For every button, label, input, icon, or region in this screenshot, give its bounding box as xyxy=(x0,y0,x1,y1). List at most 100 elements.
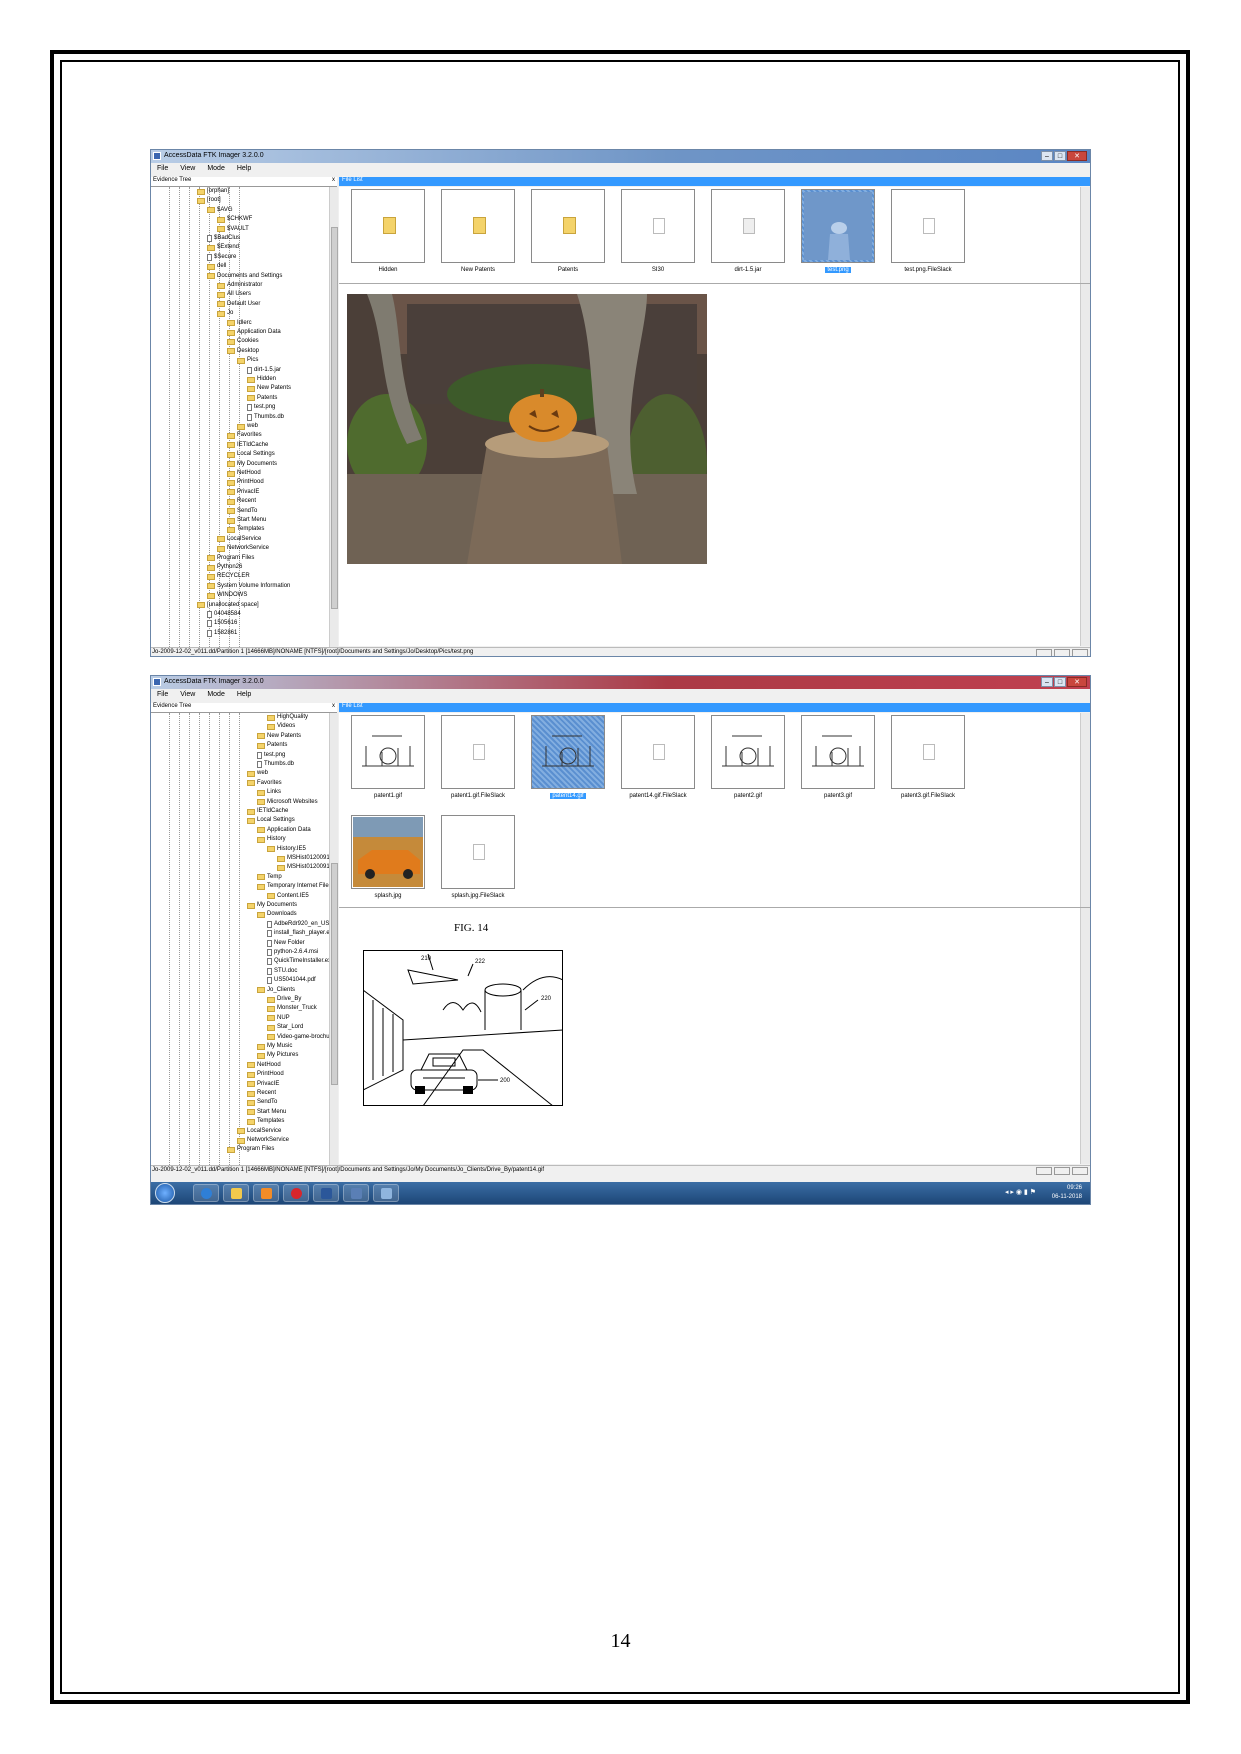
evidence-tree-close-icon[interactable]: x xyxy=(332,703,335,709)
menu-view[interactable]: View xyxy=(180,163,195,175)
system-tray[interactable]: ◂ ▸ ◉ ▮ ⚑ xyxy=(1005,1188,1036,1196)
tree-item[interactable]: QuickTimeInstaller.exe xyxy=(267,957,329,966)
tree-item[interactable]: [unallocated space] xyxy=(197,601,259,610)
tree-item[interactable]: Start Menu xyxy=(247,1108,286,1117)
menu-help[interactable]: Help xyxy=(237,689,251,701)
tree-item[interactable]: Administrator xyxy=(217,281,262,290)
tree-item[interactable]: Pics xyxy=(237,356,258,365)
tree-item[interactable]: Hidden xyxy=(247,375,276,384)
ftk-icon[interactable] xyxy=(343,1184,369,1202)
clock[interactable]: 09:26 06-11-2018 xyxy=(1052,1184,1082,1202)
tree-item[interactable]: Monster_Truck xyxy=(267,1004,317,1013)
evidence-tree-close-icon[interactable]: x xyxy=(332,177,335,183)
tree-item[interactable]: Local Settings xyxy=(247,816,295,825)
tree-item[interactable]: Patents xyxy=(247,394,277,403)
menu-mode[interactable]: Mode xyxy=(207,163,225,175)
evidence-tree[interactable]: HighQuality Videos New Patents Patents test.… xyxy=(151,713,329,1165)
tree-item[interactable]: Program Files xyxy=(227,1145,274,1154)
tree-item[interactable]: PrivacIE xyxy=(227,488,259,497)
menu-file[interactable]: File xyxy=(157,689,168,701)
tree-item[interactable]: NetworkService xyxy=(237,1136,289,1145)
tree-item[interactable]: Jo xyxy=(217,309,233,318)
menu-mode[interactable]: Mode xyxy=(207,689,225,701)
tree-item[interactable]: My Documents xyxy=(247,901,297,910)
tree-item[interactable]: My Music xyxy=(257,1042,292,1051)
tree-item[interactable]: Star_Lord xyxy=(267,1023,303,1032)
tree-item[interactable]: [root] xyxy=(197,196,221,205)
tree-item[interactable]: IETldCache xyxy=(227,441,268,450)
tree-item[interactable]: Drive_By xyxy=(267,995,301,1004)
tree-item[interactable]: $Secure xyxy=(207,253,236,262)
scrollbar-thumb[interactable] xyxy=(331,227,338,609)
tree-item[interactable]: Templates xyxy=(227,525,264,534)
tree-item[interactable]: Documents and Settings xyxy=(207,272,282,281)
tree-item[interactable]: $Extend xyxy=(207,243,239,252)
tree-item[interactable]: $CHKWF xyxy=(217,215,252,224)
menu-view[interactable]: View xyxy=(180,689,195,701)
tree-item[interactable]: install_flash_player.exe xyxy=(267,929,329,938)
tree-item[interactable]: NetHood xyxy=(227,469,261,478)
tree-item[interactable]: MSHist012009113 xyxy=(277,863,329,872)
tree-item[interactable]: New Patents xyxy=(257,732,301,741)
start-button[interactable] xyxy=(155,1183,175,1203)
file-list-scrollbar[interactable] xyxy=(1080,187,1090,283)
tree-item[interactable]: dell xyxy=(207,262,226,271)
tree-item[interactable]: web xyxy=(237,422,258,431)
tree-item[interactable]: Favorites xyxy=(247,779,282,788)
tree-item[interactable]: SendTo xyxy=(227,507,257,516)
tree-item[interactable]: Recent xyxy=(247,1089,276,1098)
tree-item[interactable]: Thumbs.db xyxy=(257,760,294,769)
tree-item[interactable]: LocalService xyxy=(237,1127,281,1136)
tree-item[interactable]: Application Data xyxy=(257,826,311,835)
tree-item[interactable]: My Pictures xyxy=(257,1051,298,1060)
tree-item[interactable]: New Patents xyxy=(247,384,291,393)
media-player-icon[interactable] xyxy=(253,1184,279,1202)
menu-file[interactable]: File xyxy=(157,163,168,175)
tree-item[interactable]: [orphan] xyxy=(197,187,229,196)
tree-item[interactable]: Local Settings xyxy=(227,450,275,459)
close-button[interactable]: ✕ xyxy=(1067,677,1087,687)
tree-item[interactable]: RECYCLER xyxy=(207,572,250,581)
tree-item[interactable]: dirt-1.5.jar xyxy=(247,366,281,375)
tree-item[interactable]: NetHood xyxy=(247,1061,281,1070)
maximize-button[interactable]: □ xyxy=(1054,677,1066,687)
tree-item[interactable]: All Users xyxy=(217,290,251,299)
tree-item[interactable]: My Documents xyxy=(227,460,277,469)
tree-item[interactable]: Microsoft Websites xyxy=(257,798,318,807)
tree-item[interactable]: Content.IE5 xyxy=(267,892,309,901)
tree-item[interactable]: Links xyxy=(257,788,281,797)
tree-item[interactable]: System Volume Information xyxy=(207,582,290,591)
tree-item[interactable]: New Folder xyxy=(267,939,305,948)
maximize-button[interactable]: □ xyxy=(1054,151,1066,161)
tree-item[interactable]: History xyxy=(257,835,286,844)
tree-item[interactable]: NetworkService xyxy=(217,544,269,553)
tree-item[interactable]: test.png xyxy=(247,403,275,412)
tree-item[interactable]: Recent xyxy=(227,497,256,506)
app-icon[interactable] xyxy=(373,1184,399,1202)
evidence-tree-scrollbar[interactable] xyxy=(329,713,338,1165)
tree-item[interactable]: PrintHood xyxy=(227,478,264,487)
tree-item[interactable]: Videos xyxy=(267,722,295,731)
tree-item[interactable]: AdbeRdr920_en_US.e xyxy=(267,920,329,929)
ie-icon[interactable] xyxy=(193,1184,219,1202)
tree-item[interactable]: Start Menu xyxy=(227,516,266,525)
minimize-button[interactable]: – xyxy=(1041,151,1053,161)
tree-item[interactable]: Temp xyxy=(257,873,282,882)
tree-item[interactable]: test.png xyxy=(257,751,285,760)
tree-item[interactable]: Application Data xyxy=(227,328,281,337)
word-icon[interactable] xyxy=(313,1184,339,1202)
tree-item[interactable]: Python26 xyxy=(207,563,242,572)
tree-item[interactable]: python-2.6.4.msi xyxy=(267,948,318,957)
tree-item[interactable]: Temporary Internet Files xyxy=(257,882,329,891)
tree-item[interactable]: HighQuality xyxy=(267,713,308,722)
tree-item[interactable]: web xyxy=(247,769,268,778)
tree-item[interactable]: Idlerc xyxy=(227,319,252,328)
opera-icon[interactable] xyxy=(283,1184,309,1202)
tree-item[interactable]: $VAULT xyxy=(217,225,249,234)
minimize-button[interactable]: – xyxy=(1041,677,1053,687)
tree-item[interactable]: MSHist012009112 xyxy=(277,854,329,863)
tree-item[interactable]: Thumbs.db xyxy=(247,413,284,422)
tree-item[interactable]: PrivacIE xyxy=(247,1080,279,1089)
tree-item[interactable]: Favorites xyxy=(227,431,262,440)
tree-item[interactable]: $AVG xyxy=(207,206,233,215)
